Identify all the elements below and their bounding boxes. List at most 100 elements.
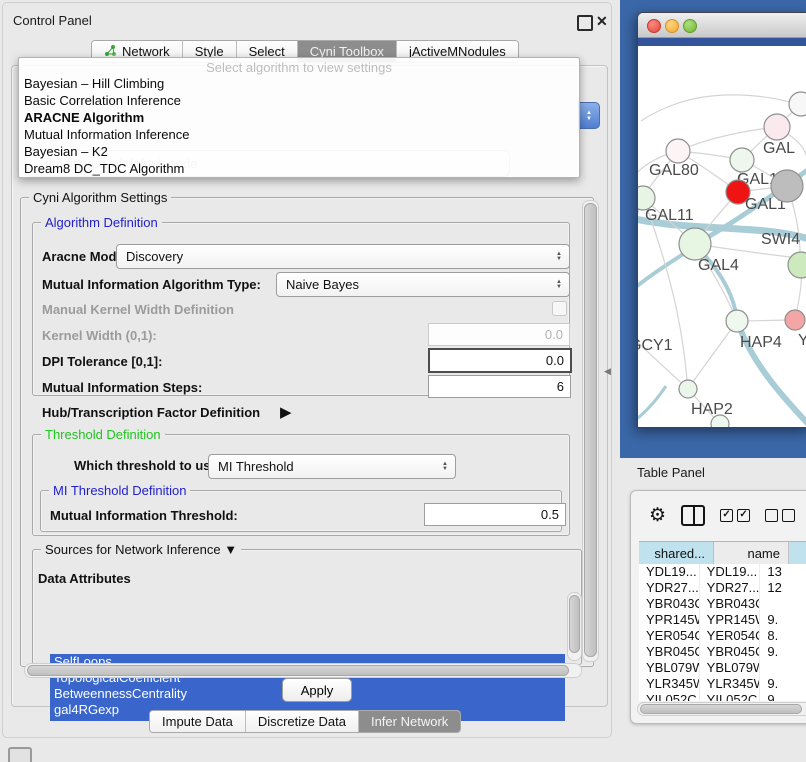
table-row[interactable]: YBL079WYBL079W [639, 660, 806, 676]
node-label: SWI4 [761, 231, 800, 248]
close-icon[interactable]: ✕ [596, 13, 608, 30]
table-row[interactable]: YER054CYER054C8. [639, 628, 806, 644]
node-label: GAL4 [698, 257, 739, 274]
network-window-accent-strip [638, 38, 806, 46]
table-body: YDL19...YDL19...13YDR27...YDR27...12YBR0… [639, 564, 806, 701]
network-node-Y[interactable] [785, 310, 805, 330]
which-threshold-label: Which threshold to use: [74, 458, 222, 473]
column-header-A[interactable]: A [789, 542, 806, 564]
network-edge[interactable] [638, 326, 688, 389]
collapse-arrow-icon[interactable]: ▼ [224, 542, 237, 557]
column-header-name[interactable]: name [714, 542, 789, 564]
dpi-tolerance-label: DPI Tolerance [0,1]: [42, 354, 162, 369]
dpi-tolerance-field[interactable]: 0.0 [428, 348, 572, 373]
deselect-columns-icon[interactable] [765, 509, 795, 522]
algorithm-option[interactable]: Mutual Information Inference [19, 126, 579, 143]
settings-scrollbar[interactable] [582, 200, 599, 662]
expand-arrow-icon[interactable]: ▶ [280, 403, 292, 421]
algorithm-option[interactable]: Bayesian – Hill Climbing [19, 75, 579, 92]
table-cell: YDL19... [700, 564, 761, 580]
network-node-HAP4[interactable] [726, 310, 748, 332]
table-cell: 9. [760, 612, 806, 628]
table-panel: ⚙ ✓✓ shared...nameA YDL19...YDL19...13YDR… [630, 490, 806, 724]
network-graph: GALGAL80GAL10GAL1GAL11GAL4SWI4HAP4YGCY1H… [638, 46, 806, 427]
algorithm-option[interactable]: ARACNE Algorithm [19, 109, 579, 126]
network-node-HAP2[interactable] [679, 380, 697, 398]
tab-discretize-data[interactable]: Discretize Data [246, 711, 359, 732]
combo-stepper-icon: ▲▼ [437, 462, 455, 472]
mi-steps-label: Mutual Information Steps: [42, 380, 202, 395]
manual-kernel-checkbox[interactable] [552, 301, 567, 316]
zoom-traffic-light[interactable] [683, 19, 697, 33]
close-traffic-light[interactable] [647, 19, 661, 33]
panel-divider-arrow-icon[interactable]: ◀ [604, 366, 611, 377]
collapsed-panel-icon[interactable] [8, 747, 32, 762]
column-header-shared[interactable]: shared... [639, 542, 714, 564]
table-cell: YBR045C [639, 644, 700, 660]
hub-definition-label: Hub/Transcription Factor Definition [42, 405, 260, 420]
combo-stepper-icon: ▲▼ [551, 252, 569, 262]
table-cell: 8. [760, 628, 806, 644]
network-node-GAL4[interactable] [679, 228, 711, 260]
threshold-definition-title: Threshold Definition [41, 427, 165, 442]
screen: Control Panel ✕ NetworkStyleSelectCyni T… [0, 0, 806, 762]
settings-gear-icon[interactable]: ⚙ [649, 504, 666, 527]
table-cell: YPR145W [639, 612, 700, 628]
apply-button[interactable]: Apply [282, 678, 352, 702]
network-window-titlebar[interactable] [638, 13, 806, 38]
mi-threshold-field[interactable]: 0.5 [424, 503, 566, 526]
algorithm-option[interactable]: Dream8 DC_TDC Algorithm [19, 160, 579, 177]
node-label: HAP2 [691, 401, 733, 418]
mi-type-value: Naive Bayes [277, 277, 551, 292]
network-node-GAL10[interactable] [730, 148, 754, 172]
select-columns-icon[interactable]: ✓✓ [720, 509, 750, 522]
table-row[interactable]: YIL052CYIL052C9 [639, 692, 806, 701]
table-cell: YDR27... [700, 580, 761, 596]
network-edge[interactable] [688, 321, 737, 389]
algorithm-option[interactable]: Bayesian – K2 [19, 143, 579, 160]
mi-type-label: Mutual Information Algorithm Type: [42, 277, 261, 292]
network-node-GAL[interactable] [764, 114, 790, 140]
split-view-icon[interactable] [681, 505, 705, 526]
network-node-GAL80[interactable] [666, 139, 690, 163]
aracne-mode-combobox[interactable]: Discovery ▲▼ [116, 244, 570, 269]
algorithm-dropdown-list: Select algorithm to view settings Bayesi… [18, 57, 580, 178]
table-cell: YBL079W [700, 660, 761, 676]
network-node[interactable] [711, 415, 729, 427]
node-label: GAL11 [645, 207, 694, 224]
table-row[interactable]: YBR045CYBR045C9. [639, 644, 806, 660]
table-cell: YBL079W [639, 660, 700, 676]
which-threshold-combobox[interactable]: MI Threshold ▲▼ [208, 454, 456, 479]
algorithm-option[interactable]: Basic Correlation Inference [19, 92, 579, 109]
algorithm-combobox-stepper[interactable]: ▲▼ [578, 102, 600, 129]
table-row[interactable]: YPR145WYPR145W9. [639, 612, 806, 628]
network-edge-thick[interactable] [638, 386, 666, 427]
table-horizontal-scrollbar[interactable] [637, 702, 806, 716]
table-header: shared...nameA [639, 541, 806, 565]
settings-horizontal-scrollbar[interactable] [24, 663, 582, 678]
mi-type-combobox[interactable]: Naive Bayes ▲▼ [276, 272, 570, 297]
tab-impute-data[interactable]: Impute Data [150, 711, 246, 732]
node-label: Y [798, 332, 806, 349]
minimize-traffic-light[interactable] [665, 19, 679, 33]
table-row[interactable]: YLR345WYLR345W9. [639, 676, 806, 692]
kernel-width-field[interactable]: 0.0 [428, 323, 570, 346]
attribute-list-scrollbar[interactable] [567, 592, 582, 661]
table-cell: YDR27... [639, 580, 700, 596]
algorithm-dropdown-prompt: Select algorithm to view settings [19, 58, 579, 75]
table-row[interactable]: YDL19...YDL19...13 [639, 564, 806, 580]
table-row[interactable]: YDR27...YDR27...12 [639, 580, 806, 596]
network-node[interactable] [771, 170, 803, 202]
data-attributes-label: Data Attributes [38, 571, 131, 586]
network-node-SWI4[interactable] [788, 252, 806, 278]
node-label: GCY1 [638, 337, 673, 354]
sources-title: Sources for Network Inference ▼ [41, 542, 241, 557]
float-window-icon[interactable] [577, 15, 593, 31]
bottom-tabs: Impute DataDiscretize DataInfer Network [149, 710, 461, 733]
network-canvas[interactable]: GALGAL80GAL10GAL1GAL11GAL4SWI4HAP4YGCY1H… [638, 46, 806, 427]
node-label: GAL80 [649, 162, 699, 179]
table-row[interactable]: YBR043CYBR043C [639, 596, 806, 612]
mi-steps-field[interactable]: 6 [428, 375, 571, 398]
table-cell [760, 660, 806, 676]
tab-infer-network[interactable]: Infer Network [359, 711, 460, 732]
